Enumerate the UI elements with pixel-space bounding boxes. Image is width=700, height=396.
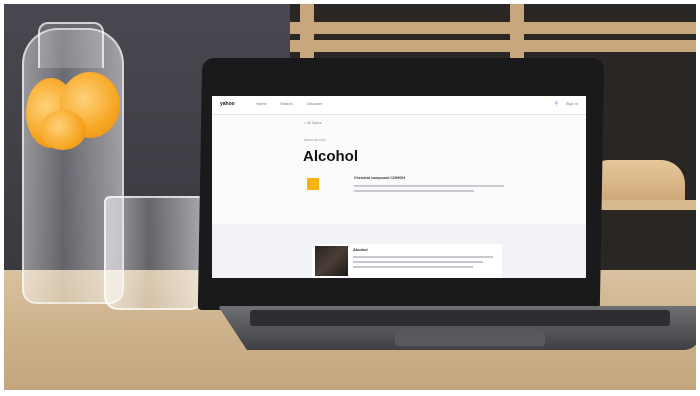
nav-item-search[interactable]: Search [280, 101, 293, 106]
sign-in-link[interactable]: Sign in [566, 101, 578, 106]
result-text-line [353, 256, 493, 258]
laptop-keyboard [250, 310, 670, 326]
laptop-screen: yahoo Home Search Discover ⚲ Sign in < A… [212, 96, 586, 278]
page-eyebrow: About Alcohol [304, 138, 326, 142]
page-title: Alcohol [303, 148, 358, 165]
nav-item-home[interactable]: Home [256, 101, 267, 106]
laptop-trackpad [395, 330, 545, 346]
chemical-compound-label: Chemical compound C2H5OH [354, 176, 405, 180]
shelf-board-middle [290, 40, 700, 52]
result-thumbnail [315, 246, 348, 276]
result-text-line [353, 266, 473, 268]
search-icon[interactable]: ⚲ [554, 101, 558, 107]
drinking-glass [104, 196, 204, 310]
photo-scene: yahoo Home Search Discover ⚲ Sign in < A… [0, 0, 700, 396]
result-card-title[interactable]: Alcohol [353, 247, 368, 252]
description-line [354, 185, 504, 187]
topic-image [307, 178, 319, 190]
orange-slice [40, 110, 86, 150]
description-line [354, 190, 474, 192]
breadcrumb[interactable]: < All Topics [304, 121, 322, 125]
result-text-line [353, 261, 483, 263]
nav-item-discover[interactable]: Discover [307, 101, 323, 106]
site-header: yahoo Home Search Discover ⚲ Sign in [212, 96, 586, 115]
shelf-board-top [290, 22, 700, 34]
site-logo[interactable]: yahoo [220, 101, 235, 107]
